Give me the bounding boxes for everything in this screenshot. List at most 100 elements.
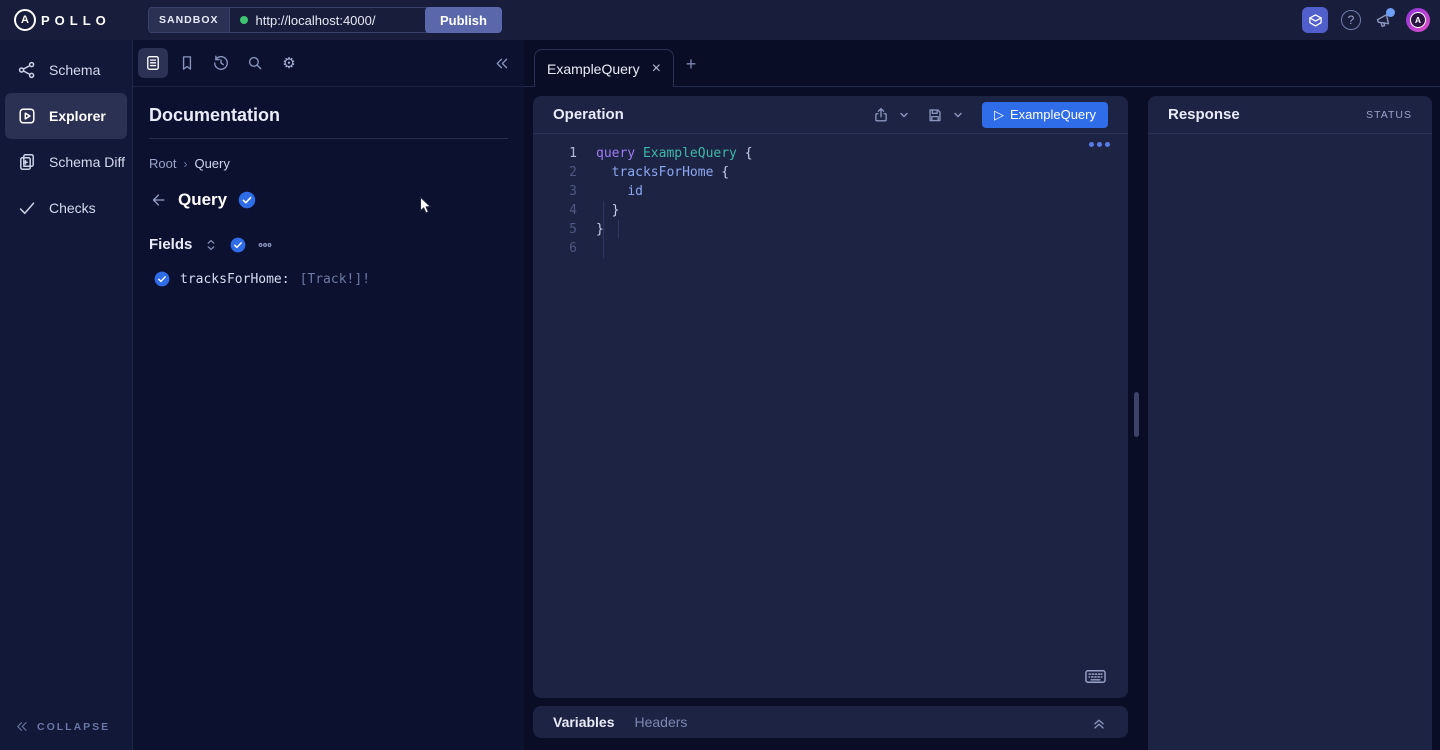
field-row-tracksForHome: tracksForHome: [Track!]!	[154, 271, 508, 287]
breadcrumb-separator-icon: ›	[183, 157, 187, 171]
bookmark-icon	[178, 54, 196, 72]
fields-more-options-button[interactable]	[257, 237, 273, 253]
operation-title: Operation	[553, 106, 624, 123]
breadcrumb: Root › Query	[149, 156, 508, 171]
code-text: query ExampleQuery {	[596, 144, 753, 163]
checkmark-icon	[17, 198, 37, 218]
operation-tab-bar: ExampleQuery × +	[524, 40, 1440, 87]
history-clock-icon	[212, 54, 230, 72]
line-number: 6	[533, 239, 577, 258]
saved-operations-button[interactable]	[172, 48, 202, 78]
run-operation-button[interactable]: ▷ ExampleQuery	[982, 102, 1108, 128]
sidebar-item-label: Schema	[49, 62, 100, 78]
chevron-down-icon	[953, 110, 963, 120]
avatar-initial: A	[1410, 12, 1426, 28]
save-options-chevron[interactable]	[953, 110, 963, 120]
double-chevron-left-icon	[493, 55, 510, 72]
sidebar-item-checks[interactable]: Checks	[5, 185, 127, 231]
tab-headers[interactable]: Headers	[635, 714, 688, 730]
explorer-settings-button[interactable]: ⚙	[274, 48, 304, 78]
schema-graph-icon	[17, 60, 37, 80]
sidebar-collapse-button[interactable]: COLLAPSE	[14, 719, 110, 734]
operation-panel: Operation ▷ ExampleQuery	[533, 96, 1128, 698]
share-icon	[872, 106, 890, 124]
logo-initial: A	[21, 14, 29, 26]
share-options-chevron[interactable]	[899, 110, 909, 120]
operation-header: Operation ▷ ExampleQuery	[533, 96, 1128, 134]
line-number: 2	[533, 163, 577, 182]
line-number: 3	[533, 182, 577, 201]
field-selected-check-icon[interactable]	[154, 271, 170, 287]
apollo-logo[interactable]: A POLLO	[14, 9, 111, 31]
panel-resize-handle[interactable]	[1134, 392, 1139, 437]
search-icon	[246, 54, 264, 72]
sidebar-item-label: Schema Diff	[49, 154, 125, 170]
collapse-docs-panel-button[interactable]	[486, 48, 516, 78]
select-all-fields-check-icon[interactable]	[230, 237, 246, 253]
field-name[interactable]: tracksForHome:	[180, 272, 290, 287]
tab-label: ExampleQuery	[547, 61, 640, 77]
endpoint-url-input[interactable]: http://localhost:4000/	[256, 13, 416, 28]
share-operation-button[interactable]	[872, 106, 890, 124]
response-panel: Response STATUS	[1148, 96, 1432, 750]
sidebar-item-schema[interactable]: Schema	[5, 47, 127, 93]
breadcrumb-root-link[interactable]: Root	[149, 156, 176, 171]
documentation-toolbar: ⚙	[133, 40, 524, 87]
editor-more-options-button[interactable]	[1089, 142, 1110, 147]
type-name: Query	[178, 190, 227, 210]
announcements-button[interactable]	[1374, 11, 1393, 30]
check-circle-icon[interactable]	[238, 191, 256, 209]
keyboard-shortcuts-button[interactable]	[1085, 669, 1106, 684]
documentation-title: Documentation	[149, 105, 508, 126]
tab-examplequery[interactable]: ExampleQuery ×	[534, 49, 674, 87]
code-line[interactable]: 5}	[533, 220, 1128, 239]
code-line[interactable]: 4 }	[533, 201, 1128, 220]
notification-dot	[1386, 8, 1395, 17]
back-button[interactable]	[149, 191, 167, 209]
close-tab-icon[interactable]: ×	[652, 61, 661, 77]
user-avatar[interactable]: A	[1406, 8, 1430, 32]
add-tab-button[interactable]: +	[679, 52, 703, 76]
code-text: id	[596, 182, 643, 201]
arrow-left-icon	[149, 191, 167, 209]
tab-variables[interactable]: Variables	[553, 714, 615, 730]
apollo-sandbox-app: A POLLO SANDBOX http://localhost:4000/ ⚙…	[0, 0, 1440, 750]
save-operation-button[interactable]	[926, 106, 944, 124]
apollo-logo-icon: A	[14, 9, 36, 31]
help-button[interactable]: ?	[1341, 10, 1361, 30]
response-header: Response STATUS	[1148, 96, 1432, 134]
operation-history-button[interactable]	[206, 48, 236, 78]
sidebar-item-label: Explorer	[49, 108, 106, 124]
keyboard-icon	[1085, 669, 1106, 684]
sidebar-item-schema-diff[interactable]: Schema Diff	[5, 139, 127, 185]
variables-headers-bar: Variables Headers	[533, 706, 1128, 738]
left-nav-sidebar: Schema Explorer Schema Diff Checks COLLA…	[0, 40, 133, 750]
sidebar-item-explorer[interactable]: Explorer	[5, 93, 127, 139]
publish-button[interactable]: Publish	[425, 7, 502, 33]
code-text: tracksForHome {	[596, 163, 729, 182]
double-chevron-up-icon	[1090, 713, 1108, 731]
endpoint-bar: SANDBOX http://localhost:4000/ ⚙	[148, 7, 448, 33]
response-status-label: STATUS	[1366, 109, 1412, 121]
settings-gear-icon: ⚙	[282, 56, 295, 71]
expand-panel-button[interactable]	[1090, 713, 1108, 731]
code-line[interactable]: 2 tracksForHome {	[533, 163, 1128, 182]
documentation-tab-button[interactable]	[138, 48, 168, 78]
graphql-editor[interactable]: 1query ExampleQuery {2 tracksForHome {3 …	[533, 134, 1128, 258]
type-heading-row: Query	[149, 190, 508, 210]
sandbox-mode-button[interactable]	[1302, 7, 1328, 33]
code-line[interactable]: 6	[533, 239, 1128, 258]
play-icon: ▷	[994, 107, 1004, 123]
schema-diff-icon	[17, 152, 37, 172]
cube-icon	[1307, 12, 1324, 29]
sort-fields-button[interactable]	[203, 237, 219, 253]
field-type-link[interactable]: [Track!]!	[300, 272, 370, 287]
sidebar-item-label: Checks	[49, 200, 96, 216]
line-number: 5	[533, 220, 577, 239]
code-line[interactable]: 1query ExampleQuery {	[533, 144, 1128, 163]
code-text: }	[596, 201, 619, 220]
schema-search-button[interactable]	[240, 48, 270, 78]
help-icon: ?	[1348, 13, 1355, 27]
code-line[interactable]: 3 id	[533, 182, 1128, 201]
top-bar-right: ? A	[1302, 0, 1430, 40]
